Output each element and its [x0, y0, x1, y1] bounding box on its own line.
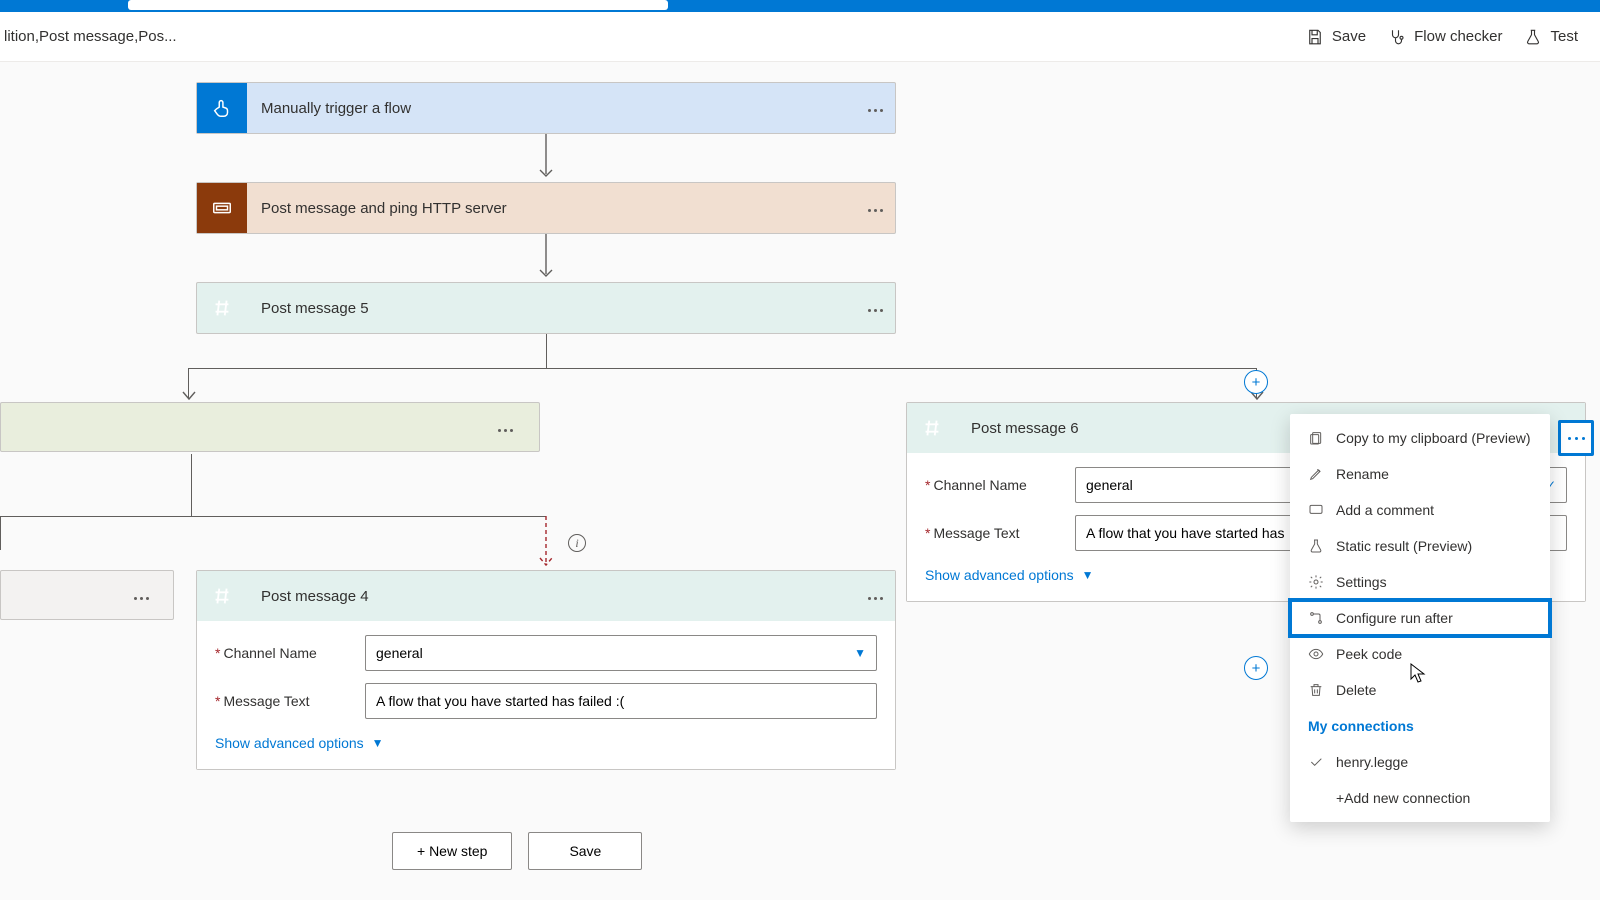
flow-checker-label: Flow checker [1414, 28, 1502, 45]
test-button[interactable]: Test [1524, 28, 1578, 46]
channel-name-select[interactable]: general▼ [365, 635, 877, 671]
save-label: Save [1332, 28, 1366, 45]
left-sub-more[interactable] [121, 587, 161, 605]
trigger-more[interactable] [855, 99, 895, 117]
run-after-icon [1308, 610, 1324, 626]
stethoscope-icon [1388, 28, 1406, 46]
post-message-4-card: Post message 4 *Channel Name general▼ *M… [196, 570, 896, 770]
left-sub-card[interactable] [0, 570, 174, 620]
clipboard-icon [1308, 430, 1324, 446]
test-label: Test [1550, 28, 1578, 45]
hash-icon [197, 283, 247, 333]
channel-name-label-6: *Channel Name [925, 477, 1075, 493]
flask-icon [1308, 538, 1324, 554]
search-bar-placeholder [128, 0, 668, 10]
pm5-more[interactable] [855, 299, 895, 317]
menu-connection-item[interactable]: henry.legge [1290, 744, 1550, 780]
save-icon [1306, 28, 1324, 46]
add-step-button[interactable]: + [1244, 656, 1268, 680]
message-text-label: *Message Text [215, 693, 365, 709]
top-app-bar [0, 0, 1600, 12]
connector-line [0, 516, 1, 550]
failed-connector [538, 516, 554, 572]
menu-rename[interactable]: Rename [1290, 456, 1550, 492]
cursor-icon [1408, 662, 1428, 684]
menu-static-result[interactable]: Static result (Preview) [1290, 528, 1550, 564]
menu-comment[interactable]: Add a comment [1290, 492, 1550, 528]
message-text-input[interactable]: A flow that you have started has failed … [365, 683, 877, 719]
comment-icon [1308, 502, 1324, 518]
scope-card[interactable]: Post message and ping HTTP server [196, 182, 896, 234]
menu-connections-header: My connections [1290, 708, 1550, 744]
new-step-button[interactable]: + New step [392, 832, 512, 870]
scope-title: Post message and ping HTTP server [247, 200, 855, 217]
footer-buttons: + New step Save [392, 832, 642, 870]
scope-more[interactable] [855, 199, 895, 217]
connector-line [546, 334, 547, 368]
pm4-more[interactable] [855, 587, 895, 605]
pm5-title: Post message 5 [247, 300, 855, 317]
save-button[interactable]: Save [1306, 28, 1366, 46]
trigger-card[interactable]: Manually trigger a flow [196, 82, 896, 134]
trash-icon [1308, 682, 1324, 698]
flow-canvas: Manually trigger a flow Post message and… [0, 62, 1600, 900]
post-message-5-card[interactable]: Post message 5 [196, 282, 896, 334]
gear-icon [1308, 574, 1324, 590]
scope-icon [197, 183, 247, 233]
menu-add-connection[interactable]: +Add new connection [1290, 780, 1550, 816]
flask-icon [1524, 28, 1542, 46]
menu-copy[interactable]: Copy to my clipboard (Preview) [1290, 420, 1550, 456]
sub-header: lition,Post message,Pos... Save Flow che… [0, 12, 1600, 62]
trigger-title: Manually trigger a flow [247, 100, 855, 117]
show-advanced-link[interactable]: Show advanced options▼ [215, 731, 877, 755]
branch-line [188, 368, 1256, 369]
context-menu: Copy to my clipboard (Preview) Rename Ad… [1290, 414, 1550, 822]
left-branch-card[interactable] [0, 402, 540, 452]
left-branch-more[interactable] [485, 419, 525, 437]
branch-line [0, 516, 546, 517]
menu-settings[interactable]: Settings [1290, 564, 1550, 600]
flow-checker-button[interactable]: Flow checker [1388, 28, 1502, 46]
breadcrumb: lition,Post message,Pos... [4, 28, 177, 45]
hash-icon [907, 403, 957, 453]
pm6-more-highlighted[interactable] [1558, 420, 1594, 456]
connector-arrow [536, 234, 556, 282]
save-button-bottom[interactable]: Save [528, 832, 642, 870]
toolbar-actions: Save Flow checker Test [1306, 28, 1578, 46]
channel-name-label: *Channel Name [215, 645, 365, 661]
hash-icon [197, 571, 247, 621]
check-icon [1308, 754, 1324, 770]
pm4-title: Post message 4 [247, 588, 855, 605]
connector-arrow [536, 134, 556, 182]
touch-icon [197, 83, 247, 133]
eye-icon [1308, 646, 1324, 662]
add-branch-button[interactable]: + [1244, 370, 1268, 394]
menu-configure-run-after[interactable]: Configure run after [1290, 600, 1550, 636]
pencil-icon [1308, 466, 1324, 482]
message-text-label-6: *Message Text [925, 525, 1075, 541]
info-icon[interactable]: i [568, 534, 586, 552]
connector-line [191, 454, 192, 516]
